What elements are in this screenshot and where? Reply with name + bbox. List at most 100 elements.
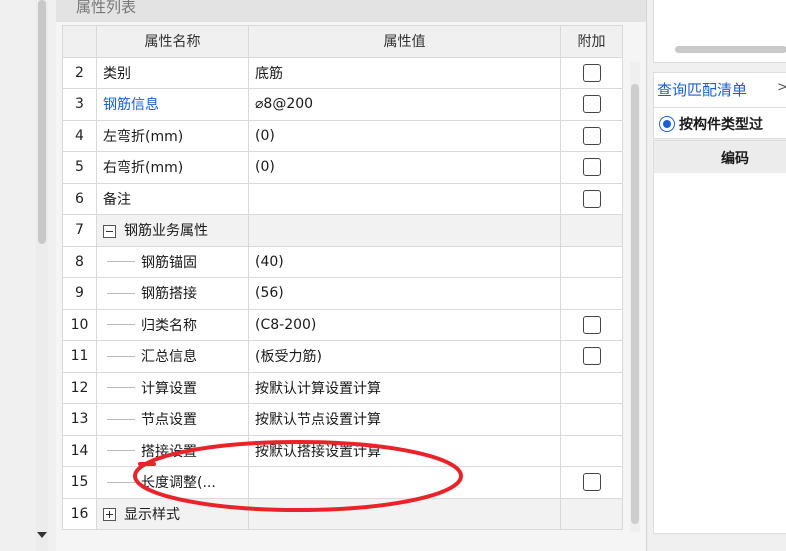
table-row[interactable]: 10 归类名称 (C8-200) — [62, 308, 623, 341]
extra-checkbox[interactable] — [582, 315, 601, 334]
row-number: 2 — [62, 56, 97, 89]
row-number: 11 — [62, 340, 97, 373]
table-row[interactable]: 9 钢筋搭接 (56) — [62, 277, 623, 310]
extra-checkbox[interactable] — [582, 473, 601, 492]
expand-plus-icon[interactable] — [103, 508, 116, 522]
property-name: 备注 — [103, 191, 131, 208]
horizontal-scrollbar[interactable] — [675, 46, 786, 53]
property-value[interactable]: 底筋 — [248, 56, 561, 89]
tree-line — [107, 292, 135, 294]
row-number: 14 — [62, 434, 97, 467]
table-row[interactable]: 11 汇总信息 (板受力筋) — [62, 340, 623, 373]
property-name: 显示样式 — [124, 506, 180, 523]
extra-checkbox[interactable] — [582, 126, 601, 145]
row-number: 12 — [62, 371, 97, 404]
table-row[interactable]: 3 钢筋信息 ⌀8@200 — [62, 88, 623, 121]
collapse-minus-icon[interactable] — [103, 224, 116, 238]
radio-label[interactable]: 按构件类型过 — [679, 114, 763, 134]
property-value[interactable] — [248, 214, 561, 247]
grid-scrollbar[interactable] — [630, 62, 640, 532]
extra-cell[interactable] — [560, 119, 623, 152]
property-name-cell[interactable]: 右弯折(mm) — [96, 151, 249, 184]
column-header-code[interactable]: 编码 — [721, 148, 749, 168]
property-name-cell[interactable]: 左弯折(mm) — [96, 119, 249, 152]
header-extra[interactable]: 附加 — [560, 25, 623, 58]
header-name[interactable]: 属性名称 — [96, 25, 249, 58]
extra-checkbox[interactable] — [582, 347, 601, 366]
extra-cell[interactable] — [560, 308, 623, 341]
property-name-cell[interactable]: 节点设置 — [96, 403, 249, 436]
property-name: 搭接设置 — [141, 443, 197, 460]
outer-scrollbar-thumb[interactable] — [38, 0, 46, 244]
extra-cell[interactable] — [560, 182, 623, 215]
table-row[interactable]: 8 钢筋锚固 (40) — [62, 245, 623, 278]
property-name-cell[interactable]: 钢筋锚固 — [96, 245, 249, 278]
extra-checkbox[interactable] — [582, 189, 601, 208]
list-body — [653, 173, 786, 534]
row-number: 13 — [62, 403, 97, 436]
extra-cell[interactable] — [560, 151, 623, 184]
property-name: 右弯折(mm) — [103, 160, 184, 177]
property-name-cell[interactable]: 长度调整(... — [96, 466, 249, 499]
extra-cell — [560, 403, 623, 436]
extra-cell[interactable] — [560, 88, 623, 121]
extra-checkbox[interactable] — [582, 63, 601, 82]
row-number: 6 — [62, 182, 97, 215]
extra-cell[interactable] — [560, 466, 623, 499]
grid-scrollbar-thumb[interactable] — [631, 84, 639, 524]
property-value[interactable] — [248, 182, 561, 215]
property-value[interactable]: (40) — [248, 245, 561, 278]
extra-cell[interactable] — [560, 340, 623, 373]
table-row[interactable]: 2 类别 底筋 — [62, 56, 623, 89]
table-row[interactable]: 13 节点设置 按默认节点设置计算 — [62, 403, 623, 436]
property-name: 归类名称 — [141, 317, 197, 334]
header-value[interactable]: 属性值 — [248, 25, 561, 58]
tab-query-match-list[interactable]: 查询匹配清单 — [657, 79, 747, 100]
property-value[interactable]: (0) — [248, 151, 561, 184]
property-name: 左弯折(mm) — [103, 128, 184, 145]
table-row[interactable]: 14 搭接设置 按默认搭接设置计算 — [62, 434, 623, 467]
scroll-down-arrow-icon[interactable] — [37, 532, 47, 538]
table-row[interactable]: 15 长度调整(... — [62, 466, 623, 499]
extra-cell[interactable] — [560, 56, 623, 89]
chevron-right-icon[interactable]: > — [777, 80, 786, 95]
property-value[interactable]: (C8-200) — [248, 308, 561, 341]
property-name: 钢筋信息 — [103, 97, 159, 114]
extra-cell — [560, 497, 623, 530]
property-name: 钢筋锚固 — [141, 254, 197, 271]
property-value[interactable] — [248, 466, 561, 499]
property-name-cell[interactable]: 归类名称 — [96, 308, 249, 341]
property-name-cell[interactable]: 备注 — [96, 182, 249, 215]
property-name-cell[interactable]: 钢筋搭接 — [96, 277, 249, 310]
property-value[interactable]: (板受力筋) — [248, 340, 561, 373]
extra-checkbox[interactable] — [582, 158, 601, 177]
tree-line — [107, 481, 135, 483]
property-value[interactable]: (0) — [248, 119, 561, 152]
property-value[interactable]: (56) — [248, 277, 561, 310]
property-value[interactable]: 按默认节点设置计算 — [248, 403, 561, 436]
property-name: 钢筋搭接 — [141, 286, 197, 303]
table-row[interactable]: 5 右弯折(mm) (0) — [62, 151, 623, 184]
property-name-cell[interactable]: 汇总信息 — [96, 340, 249, 373]
extra-checkbox[interactable] — [582, 95, 601, 114]
property-name-cell[interactable]: 钢筋业务属性 — [96, 214, 249, 247]
radio-button[interactable] — [659, 116, 675, 132]
table-row[interactable]: 6 备注 — [62, 182, 623, 215]
tree-line — [107, 324, 135, 326]
property-name-cell[interactable]: 搭接设置 — [96, 434, 249, 467]
property-name-cell[interactable]: 类别 — [96, 56, 249, 89]
table-row[interactable]: 4 左弯折(mm) (0) — [62, 119, 623, 152]
property-value[interactable]: 按默认搭接设置计算 — [248, 434, 561, 467]
property-name-cell[interactable]: 钢筋信息 — [96, 88, 249, 121]
table-row[interactable]: 12 计算设置 按默认计算设置计算 — [62, 371, 623, 404]
property-name-cell[interactable]: 计算设置 — [96, 371, 249, 404]
outer-scrollbar[interactable] — [0, 0, 56, 551]
tree-line — [107, 387, 135, 389]
property-value[interactable]: 按默认计算设置计算 — [248, 371, 561, 404]
property-value[interactable]: ⌀8@200 — [248, 88, 561, 121]
property-name-cell[interactable]: 显示样式 — [96, 497, 249, 530]
property-value[interactable] — [248, 497, 561, 530]
extra-cell — [560, 434, 623, 467]
table-row[interactable]: 16 显示样式 — [62, 497, 623, 530]
table-row[interactable]: 7 钢筋业务属性 — [62, 214, 623, 247]
